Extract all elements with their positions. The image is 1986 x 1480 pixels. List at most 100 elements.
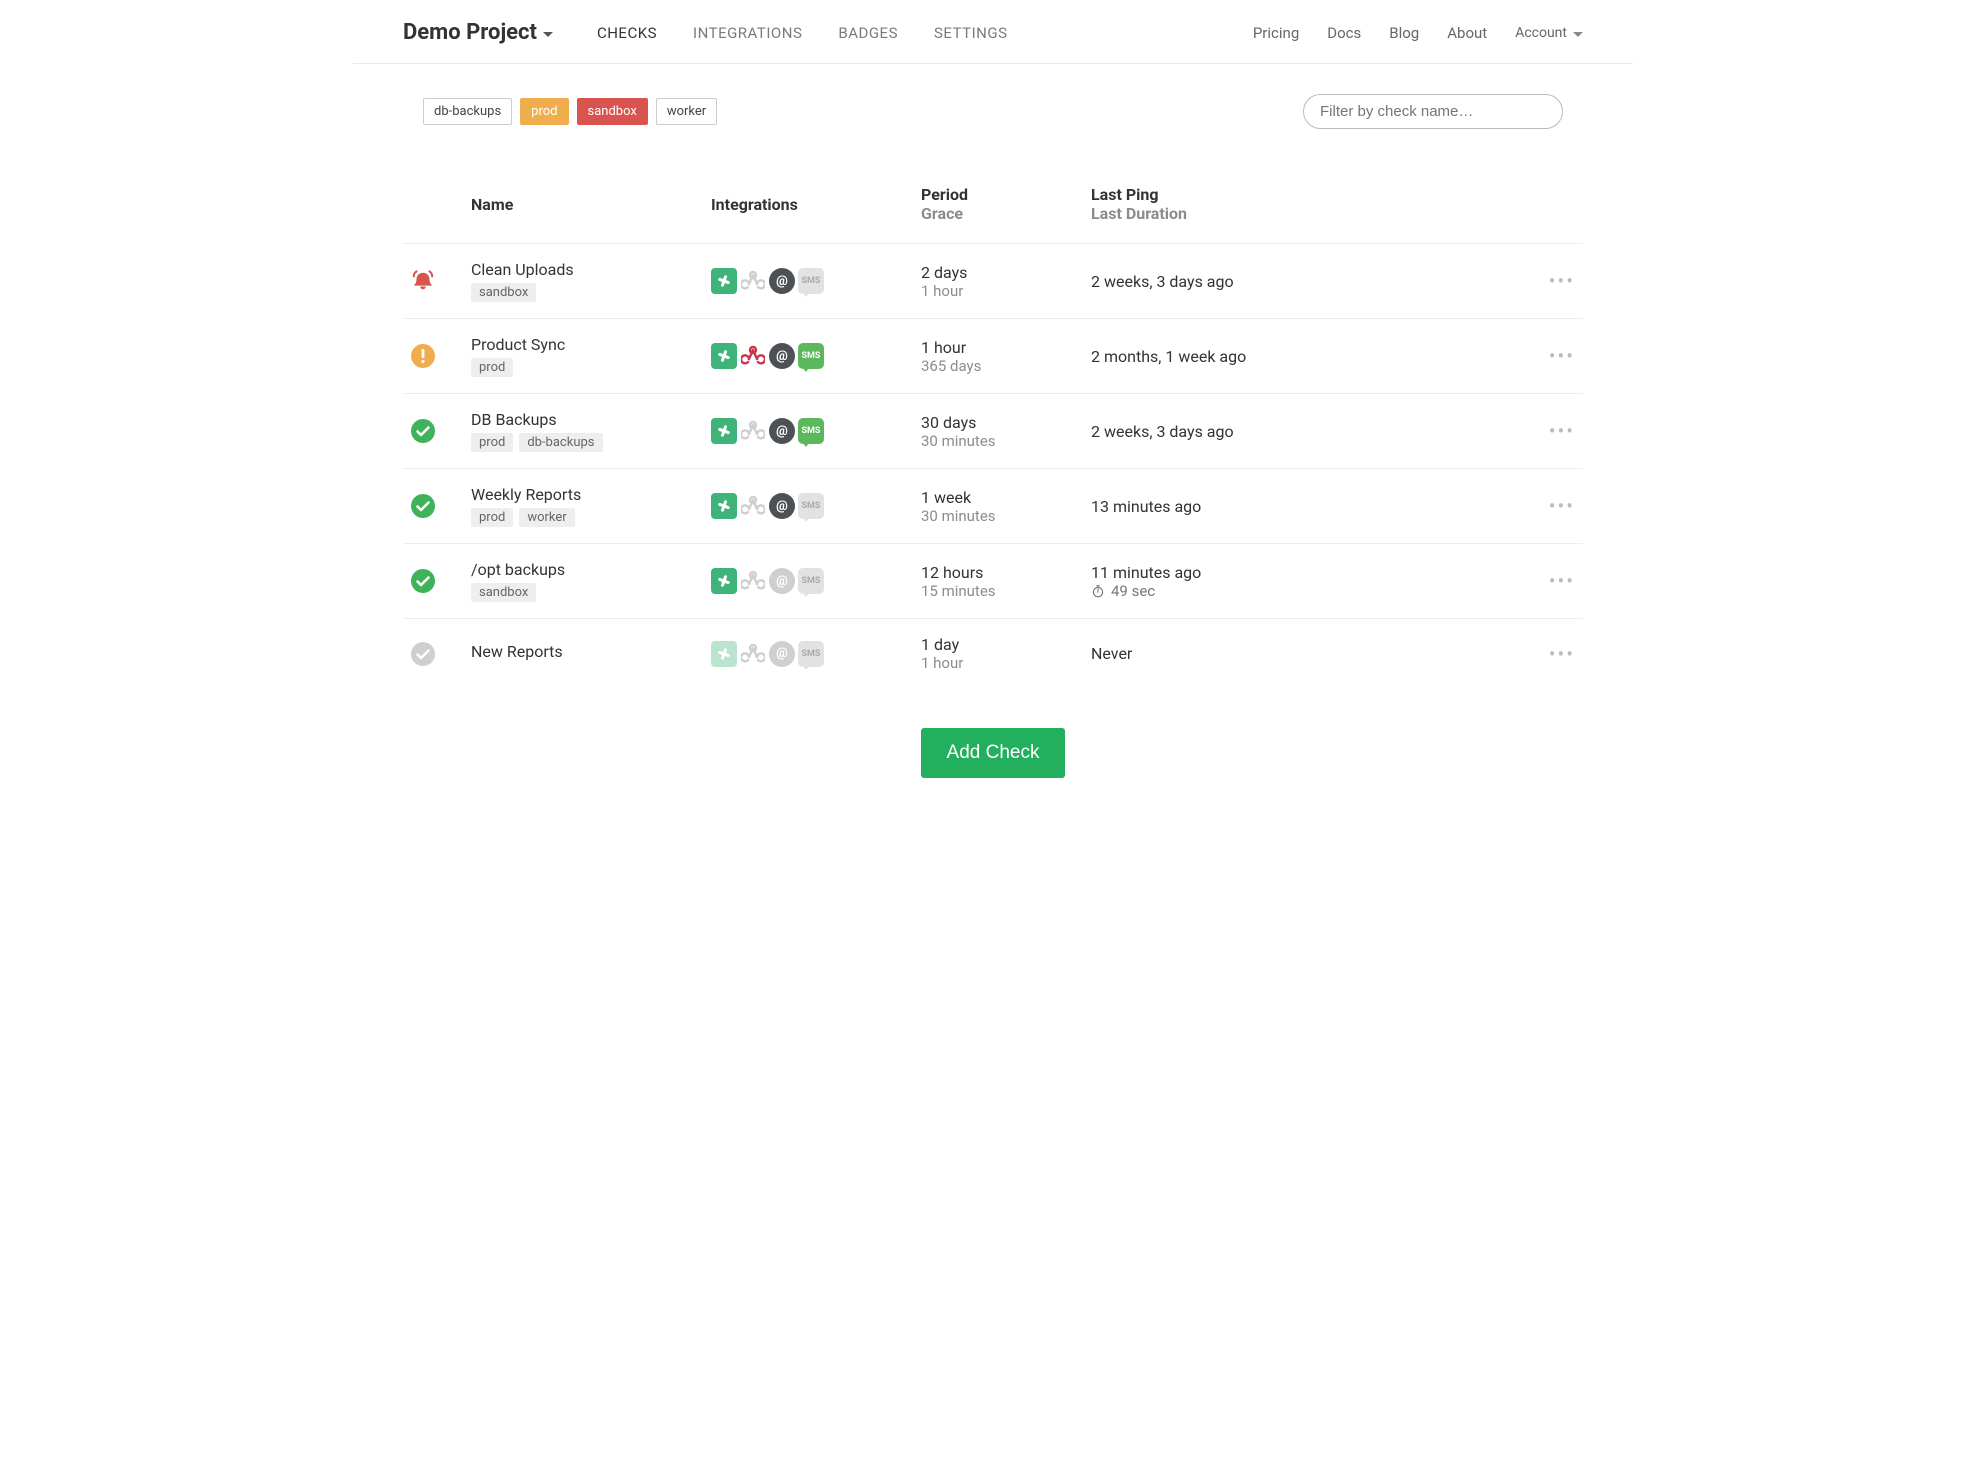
check-name[interactable]: New Reports bbox=[471, 642, 695, 661]
check-last-ping[interactable]: 11 minutes ago bbox=[1091, 563, 1515, 582]
main-nav-tabs: CHECKS INTEGRATIONS BADGES SETTINGS bbox=[597, 24, 1008, 42]
check-grace: 30 minutes bbox=[921, 432, 1075, 450]
row-actions-menu[interactable]: ••• bbox=[1531, 346, 1575, 366]
filter-tag-sandbox[interactable]: sandbox bbox=[577, 98, 648, 125]
col-integrations-header: Integrations bbox=[711, 195, 798, 214]
account-dropdown[interactable]: Account bbox=[1515, 25, 1583, 41]
status-down-icon bbox=[411, 269, 435, 293]
check-last-ping[interactable]: 2 weeks, 3 days ago bbox=[1091, 422, 1515, 441]
row-actions-menu[interactable]: ••• bbox=[1531, 571, 1575, 591]
row-actions-menu[interactable]: ••• bbox=[1531, 644, 1575, 664]
integration-icons: @SMS bbox=[711, 568, 905, 594]
sms-icon[interactable]: SMS bbox=[798, 418, 824, 444]
nav-link-pricing[interactable]: Pricing bbox=[1253, 24, 1299, 42]
filter-tag-db-backups[interactable]: db-backups bbox=[423, 98, 512, 125]
sms-icon[interactable]: SMS bbox=[798, 268, 824, 294]
nav-link-docs[interactable]: Docs bbox=[1327, 24, 1361, 42]
account-label: Account bbox=[1515, 25, 1567, 41]
email-icon[interactable]: @ bbox=[769, 641, 795, 667]
email-icon[interactable]: @ bbox=[769, 493, 795, 519]
email-icon[interactable]: @ bbox=[769, 568, 795, 594]
sms-icon[interactable]: SMS bbox=[798, 641, 824, 667]
col-lastping-header: Last Ping bbox=[1091, 185, 1158, 204]
caret-down-icon bbox=[543, 32, 553, 37]
webhook-icon[interactable] bbox=[740, 418, 766, 444]
check-period[interactable]: 2 days bbox=[921, 263, 1075, 282]
check-grace: 15 minutes bbox=[921, 582, 1075, 600]
nav-link-blog[interactable]: Blog bbox=[1389, 24, 1419, 42]
integration-icons: @SMS bbox=[711, 493, 905, 519]
check-tag[interactable]: sandbox bbox=[471, 283, 536, 302]
webhook-icon[interactable] bbox=[740, 641, 766, 667]
status-new-icon bbox=[411, 642, 435, 666]
nav-tab-checks[interactable]: CHECKS bbox=[597, 24, 657, 42]
slack-icon[interactable] bbox=[711, 268, 737, 294]
sms-icon[interactable]: SMS bbox=[798, 568, 824, 594]
col-name-header: Name bbox=[471, 195, 513, 214]
check-name[interactable]: Clean Uploads bbox=[471, 260, 695, 279]
check-period[interactable]: 30 days bbox=[921, 413, 1075, 432]
table-row: New Reports@SMS1 day1 hourNever••• bbox=[403, 619, 1583, 689]
check-last-ping[interactable]: 2 months, 1 week ago bbox=[1091, 347, 1515, 366]
check-last-ping[interactable]: Never bbox=[1091, 644, 1515, 663]
webhook-icon[interactable] bbox=[740, 568, 766, 594]
col-period-header: Period bbox=[921, 185, 968, 204]
check-period[interactable]: 1 week bbox=[921, 488, 1075, 507]
add-check-button[interactable]: Add Check bbox=[921, 728, 1066, 778]
project-name: Demo Project bbox=[403, 20, 537, 45]
check-name[interactable]: DB Backups bbox=[471, 410, 695, 429]
check-name[interactable]: Product Sync bbox=[471, 335, 695, 354]
check-tag[interactable]: prod bbox=[471, 508, 513, 527]
integration-icons: @SMS bbox=[711, 641, 905, 667]
check-period[interactable]: 1 day bbox=[921, 635, 1075, 654]
check-name[interactable]: /opt backups bbox=[471, 560, 695, 579]
webhook-icon[interactable] bbox=[740, 343, 766, 369]
sms-icon[interactable]: SMS bbox=[798, 493, 824, 519]
email-icon[interactable]: @ bbox=[769, 268, 795, 294]
slack-icon[interactable] bbox=[711, 568, 737, 594]
email-icon[interactable]: @ bbox=[769, 418, 795, 444]
webhook-icon[interactable] bbox=[740, 493, 766, 519]
check-grace: 365 days bbox=[921, 357, 1075, 375]
status-up-icon bbox=[411, 569, 435, 593]
nav-tab-badges[interactable]: BADGES bbox=[838, 24, 898, 42]
check-tag[interactable]: prod bbox=[471, 358, 513, 377]
check-tag[interactable]: sandbox bbox=[471, 583, 536, 602]
check-tag[interactable]: prod bbox=[471, 433, 513, 452]
webhook-icon[interactable] bbox=[740, 268, 766, 294]
check-last-ping[interactable]: 2 weeks, 3 days ago bbox=[1091, 272, 1515, 291]
col-grace-header: Grace bbox=[921, 204, 1075, 223]
email-icon[interactable]: @ bbox=[769, 343, 795, 369]
nav-tab-integrations[interactable]: INTEGRATIONS bbox=[693, 24, 802, 42]
slack-icon[interactable] bbox=[711, 641, 737, 667]
table-row: Clean Uploads sandbox @SMS 2 days1 hour 2 we… bbox=[403, 244, 1583, 319]
caret-down-icon bbox=[1573, 32, 1583, 37]
check-tag[interactable]: db-backups bbox=[519, 433, 602, 452]
check-grace: 1 hour bbox=[921, 282, 1075, 300]
project-dropdown[interactable]: Demo Project bbox=[403, 20, 553, 45]
slack-icon[interactable] bbox=[711, 418, 737, 444]
row-actions-menu[interactable]: ••• bbox=[1531, 271, 1575, 291]
filter-tag-prod[interactable]: prod bbox=[520, 98, 568, 125]
search-input[interactable] bbox=[1303, 94, 1563, 129]
check-period[interactable]: 12 hours bbox=[921, 563, 1075, 582]
check-name[interactable]: Weekly Reports bbox=[471, 485, 695, 504]
nav-link-about[interactable]: About bbox=[1447, 24, 1487, 42]
slack-icon[interactable] bbox=[711, 493, 737, 519]
row-actions-menu[interactable]: ••• bbox=[1531, 496, 1575, 516]
slack-icon[interactable] bbox=[711, 343, 737, 369]
row-actions-menu[interactable]: ••• bbox=[1531, 421, 1575, 441]
checks-table: Name Integrations Period Grace Last Ping… bbox=[403, 185, 1583, 688]
nav-tab-settings[interactable]: SETTINGS bbox=[934, 24, 1008, 42]
check-tag[interactable]: worker bbox=[519, 508, 574, 527]
integration-icons: @SMS bbox=[711, 418, 905, 444]
check-grace: 30 minutes bbox=[921, 507, 1075, 525]
check-last-ping[interactable]: 13 minutes ago bbox=[1091, 497, 1515, 516]
sms-icon[interactable]: SMS bbox=[798, 343, 824, 369]
filter-tags: db-backups prod sandbox worker bbox=[423, 98, 717, 125]
col-lastduration-header: Last Duration bbox=[1091, 204, 1515, 223]
table-row: Product Sync prod @SMS 1 hour365 days 2 mont… bbox=[403, 319, 1583, 394]
status-up-icon bbox=[411, 419, 435, 443]
check-period[interactable]: 1 hour bbox=[921, 338, 1075, 357]
filter-tag-worker[interactable]: worker bbox=[656, 98, 717, 125]
